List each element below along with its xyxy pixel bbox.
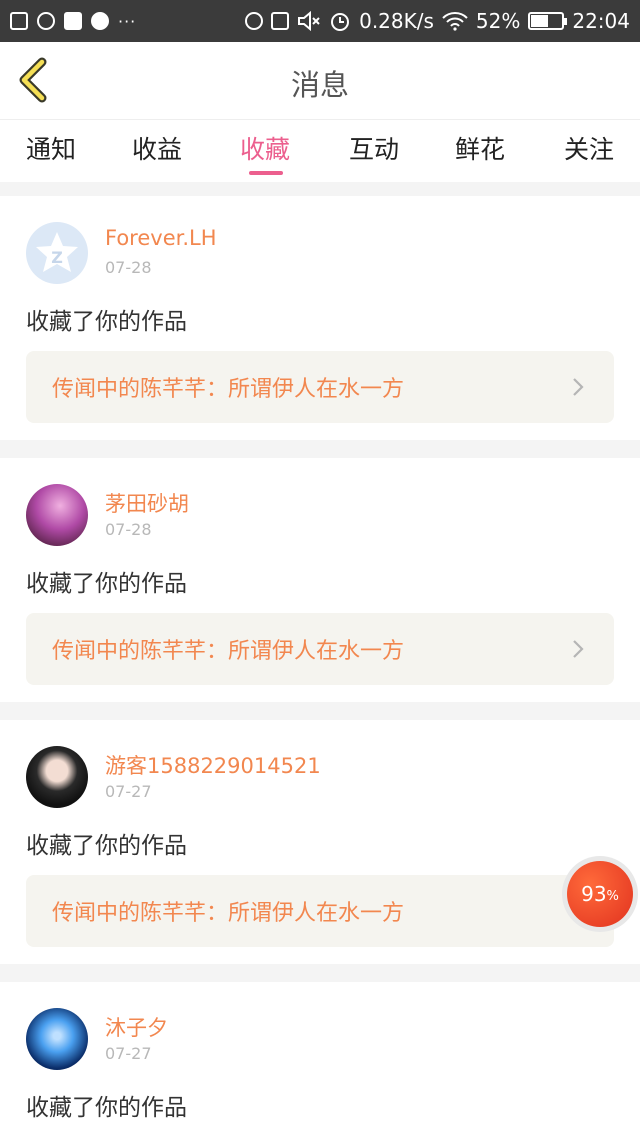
alarm-icon — [331, 13, 350, 31]
image-icon — [10, 12, 28, 30]
work-title: 传闻中的陈芊芊：所谓伊人在水一方 — [52, 901, 405, 926]
date: 07-27 — [105, 782, 152, 801]
globe-icon — [91, 12, 109, 30]
date: 07-28 — [105, 258, 152, 277]
qzone-star-icon: Z — [36, 232, 78, 272]
square-icon — [64, 12, 82, 30]
notification-card: 游客1588229014521 07-27 收藏了你的作品 传闻中的陈芊芊：所谓… — [0, 720, 640, 964]
tab-notifications[interactable]: 通知 — [26, 130, 76, 166]
badge-unit: % — [606, 888, 619, 904]
chat-icon — [37, 12, 55, 30]
tab-earnings[interactable]: 收益 — [132, 130, 182, 166]
work-link[interactable]: 传闻中的陈芊芊：所谓伊人在水一方 — [26, 613, 614, 685]
notification-card: 沐子夕 07-27 收藏了你的作品 — [0, 982, 640, 1138]
tab-favorites[interactable]: 收藏 — [240, 130, 290, 166]
page-title: 消息 — [290, 68, 349, 102]
work-link[interactable]: 传闻中的陈芊芊：所谓伊人在水一方 — [26, 351, 614, 423]
app-header: 消息 — [0, 42, 640, 120]
message: 收藏了你的作品 — [26, 309, 187, 335]
status-bar: ··· 0.28K/s 52% 22:04 — [0, 0, 640, 42]
username[interactable]: 茅田砂胡 — [105, 488, 189, 518]
avatar[interactable] — [26, 484, 88, 546]
username[interactable]: 游客1588229014521 — [105, 750, 321, 780]
battery-level — [531, 15, 548, 27]
message: 收藏了你的作品 — [26, 1095, 187, 1121]
username[interactable]: 沐子夕 — [105, 1012, 168, 1042]
tab-bar: 通知 收益 收藏 互动 鲜花 关注 — [0, 120, 640, 182]
battery-icon — [528, 12, 568, 30]
network-speed: 0.28K/s — [359, 9, 434, 33]
floating-progress-badge[interactable]: 93% — [562, 856, 638, 932]
tab-following[interactable]: 关注 — [564, 130, 614, 166]
avatar[interactable] — [26, 746, 88, 808]
finger-icon — [245, 12, 264, 30]
battery-percent: 52% — [475, 9, 521, 33]
chevron-right-icon — [573, 378, 584, 396]
work-link[interactable]: 传闻中的陈芊芊：所谓伊人在水一方 — [26, 875, 614, 947]
message: 收藏了你的作品 — [26, 833, 187, 859]
sim-icon — [271, 12, 290, 30]
tab-interactions[interactable]: 互动 — [349, 130, 399, 166]
badge-value: 93 — [581, 882, 607, 906]
tab-flowers[interactable]: 鲜花 — [455, 130, 505, 166]
message: 收藏了你的作品 — [26, 571, 187, 597]
avatar[interactable]: Z — [26, 222, 88, 284]
clock: 22:04 — [572, 9, 630, 33]
date: 07-28 — [105, 520, 152, 539]
avatar[interactable] — [26, 1008, 88, 1070]
more-notifications: ··· — [118, 11, 137, 31]
work-title: 传闻中的陈芊芊：所谓伊人在水一方 — [52, 377, 405, 402]
date: 07-27 — [105, 1044, 152, 1063]
username[interactable]: Forever.LH — [105, 226, 217, 250]
wifi-icon — [442, 12, 468, 31]
work-title: 传闻中的陈芊芊：所谓伊人在水一方 — [52, 639, 405, 664]
notification-card: 茅田砂胡 07-28 收藏了你的作品 传闻中的陈芊芊：所谓伊人在水一方 — [0, 458, 640, 702]
notification-card: Z Forever.LH 07-28 收藏了你的作品 传闻中的陈芊芊：所谓伊人在… — [0, 196, 640, 440]
mute-icon — [298, 11, 320, 31]
svg-text:Z: Z — [51, 248, 63, 267]
active-tab-indicator — [249, 171, 283, 175]
chevron-right-icon — [573, 640, 584, 658]
